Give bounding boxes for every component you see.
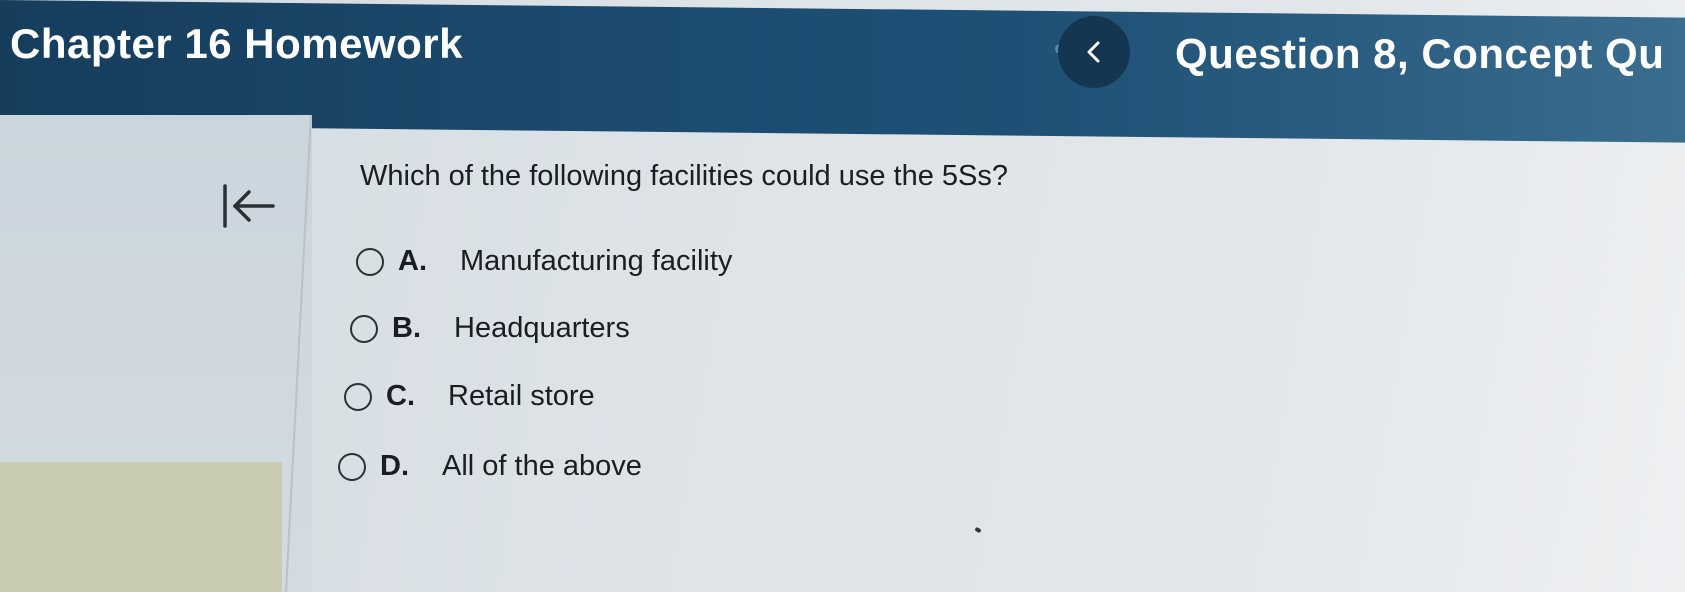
assignment-title: Chapter 16 Homework [10,20,463,67]
option-text: Manufacturing facility [460,245,733,277]
option-c[interactable]: C. Retail store [344,380,595,413]
option-b[interactable]: B. Headquarters [350,312,630,345]
question-prompt: Which of the following facilities could … [360,160,1009,192]
homework-page: Chapter 16 Homework Question 8, Concept … [0,0,1685,592]
collapse-left-arrow-icon [223,184,275,228]
option-d[interactable]: D. All of the above [338,450,642,483]
collapse-panel-button[interactable] [212,178,286,234]
option-letter: A. [398,245,427,277]
option-letter: D. [380,450,409,482]
option-text: All of the above [442,450,642,482]
radio-button[interactable] [344,382,372,411]
option-a[interactable]: A. Manufacturing facility [356,245,732,278]
radio-button[interactable] [338,452,366,481]
option-text: Headquarters [454,312,630,344]
previous-question-button[interactable] [1058,16,1130,88]
radio-button[interactable] [350,314,378,343]
option-text: Retail store [448,380,595,412]
question-title: Question 8, Concept Qu [1175,30,1665,77]
screen-smudge [974,526,982,534]
option-letter: C. [386,380,415,412]
option-letter: B. [392,312,421,344]
left-panel-footer [0,462,282,592]
chevron-left-icon [1087,41,1100,63]
radio-button[interactable] [356,247,384,276]
